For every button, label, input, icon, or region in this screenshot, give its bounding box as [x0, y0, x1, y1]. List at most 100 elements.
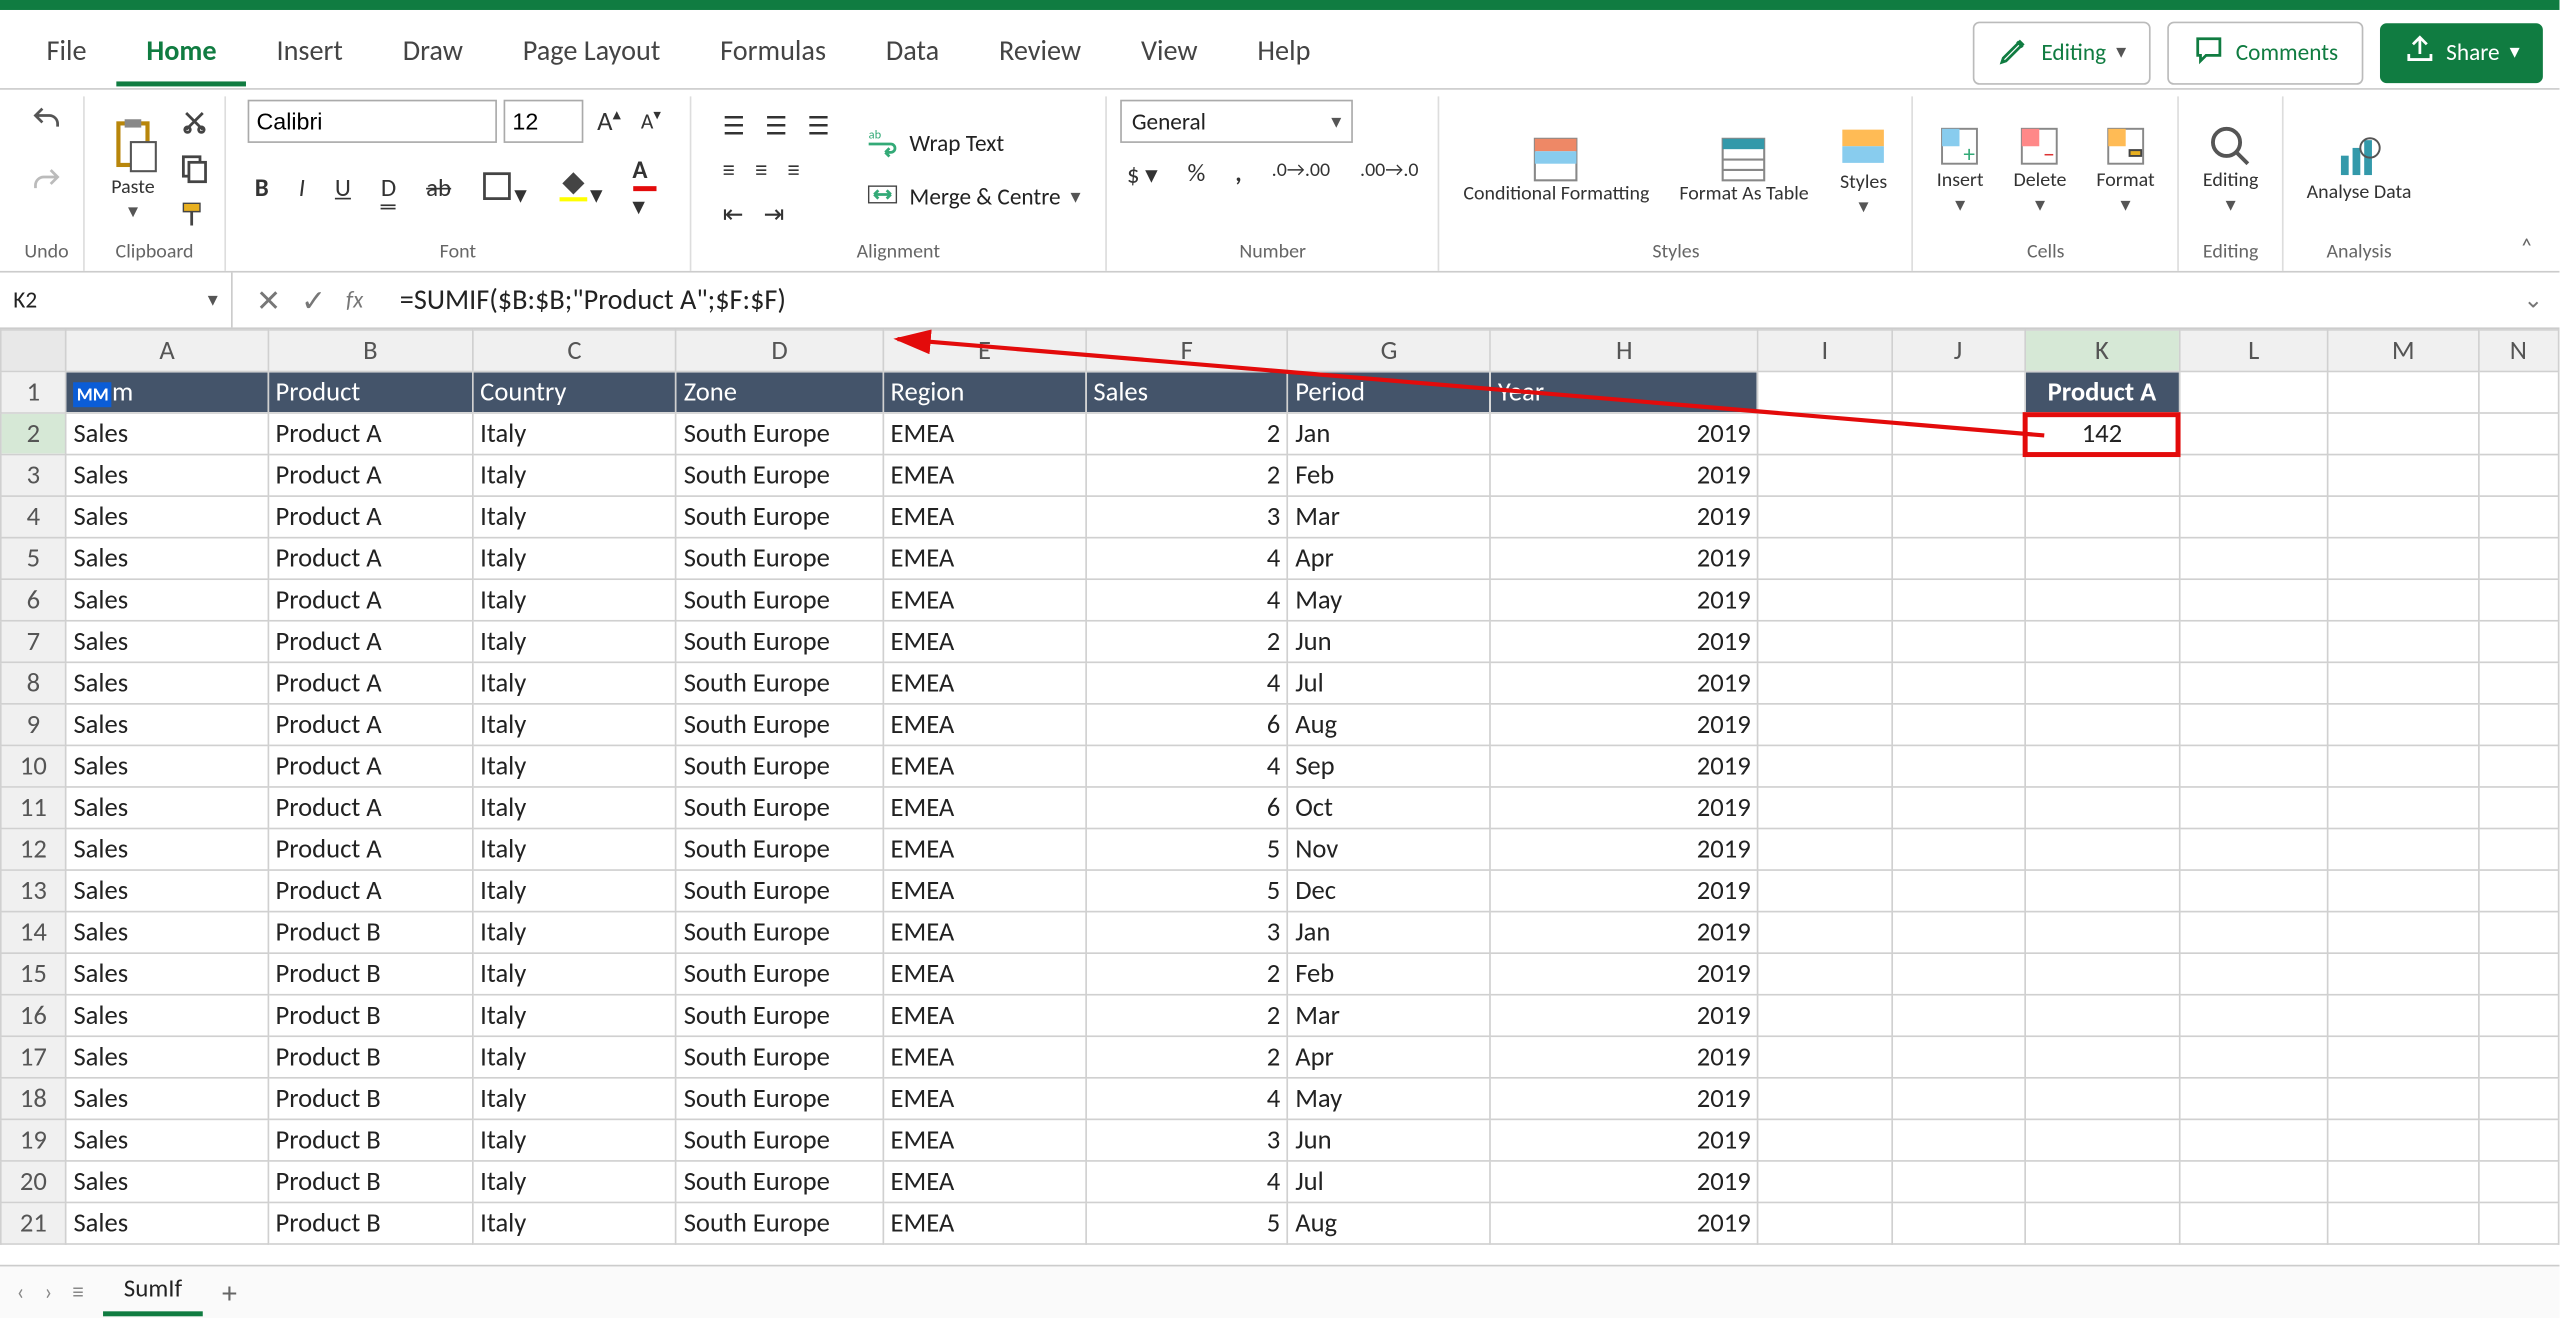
cell-B16[interactable]: Product B — [268, 995, 473, 1037]
cell-F19[interactable]: 3 — [1086, 1119, 1288, 1161]
cell-C12[interactable]: Italy — [473, 829, 677, 871]
collapse-ribbon-button[interactable]: ˄ — [2504, 223, 2550, 271]
menu-tab-view[interactable]: View — [1111, 19, 1227, 85]
cell-J6[interactable] — [1891, 579, 2024, 621]
all-sheets-button[interactable]: ≡ — [72, 1278, 84, 1306]
cell-J4[interactable] — [1891, 496, 2024, 538]
column-header-M[interactable]: M — [2328, 330, 2478, 372]
cell-E2[interactable]: EMEA — [883, 413, 1086, 455]
cell-B5[interactable]: Product A — [268, 538, 473, 580]
row-header-16[interactable]: 16 — [1, 995, 66, 1037]
cell-H15[interactable]: 2019 — [1490, 953, 1758, 995]
row-header-5[interactable]: 5 — [1, 538, 66, 580]
cell-I1[interactable] — [1758, 371, 1891, 413]
underline-button[interactable]: U — [328, 171, 357, 208]
cell-K19[interactable] — [2025, 1119, 2179, 1161]
cell-D20[interactable]: South Europe — [676, 1161, 883, 1203]
cell-C19[interactable]: Italy — [473, 1119, 677, 1161]
cell-C18[interactable]: Italy — [473, 1078, 677, 1120]
cell-L18[interactable] — [2179, 1078, 2328, 1120]
cell-G11[interactable]: Oct — [1288, 787, 1491, 829]
conditional-formatting-button[interactable]: Conditional Formatting — [1453, 131, 1659, 209]
cell-F5[interactable]: 4 — [1086, 538, 1288, 580]
cell-K1[interactable]: Product A — [2025, 371, 2179, 413]
cell-L21[interactable] — [2179, 1202, 2328, 1244]
cell-D12[interactable]: South Europe — [676, 829, 883, 871]
cell-M11[interactable] — [2328, 787, 2478, 829]
cell-C1[interactable]: Country — [473, 371, 677, 413]
cell-N18[interactable] — [2478, 1078, 2559, 1120]
cell-G13[interactable]: Dec — [1288, 870, 1491, 912]
cell-B17[interactable]: Product B — [268, 1036, 473, 1078]
cell-A5[interactable]: Sales — [66, 538, 268, 580]
decrease-indent-button[interactable]: ⇤ — [716, 195, 750, 233]
cell-K20[interactable] — [2025, 1161, 2179, 1203]
cell-H3[interactable]: 2019 — [1490, 455, 1758, 497]
cell-I17[interactable] — [1758, 1036, 1891, 1078]
cell-L19[interactable] — [2179, 1119, 2328, 1161]
cell-J14[interactable] — [1891, 912, 2024, 954]
cell-M3[interactable] — [2328, 455, 2478, 497]
cell-L11[interactable] — [2179, 787, 2328, 829]
cell-N3[interactable] — [2478, 455, 2559, 497]
column-header-I[interactable]: I — [1758, 330, 1891, 372]
cell-M16[interactable] — [2328, 995, 2478, 1037]
cell-A18[interactable]: Sales — [66, 1078, 268, 1120]
cell-D7[interactable]: South Europe — [676, 621, 883, 663]
row-header-19[interactable]: 19 — [1, 1119, 66, 1161]
delete-cells-button[interactable]: − Delete▾ — [2004, 120, 2077, 221]
cell-J1[interactable] — [1891, 371, 2024, 413]
cell-B18[interactable]: Product B — [268, 1078, 473, 1120]
column-header-E[interactable]: E — [883, 330, 1086, 372]
cell-A3[interactable]: Sales — [66, 455, 268, 497]
cell-L15[interactable] — [2179, 953, 2328, 995]
cell-D16[interactable]: South Europe — [676, 995, 883, 1037]
cell-A13[interactable]: Sales — [66, 870, 268, 912]
cell-H1[interactable]: Year — [1490, 371, 1758, 413]
editing-mode-button[interactable]: Editing ▾ — [1973, 21, 2151, 84]
cell-M9[interactable] — [2328, 704, 2478, 746]
cell-K2[interactable]: 142 — [2025, 413, 2179, 455]
row-header-2[interactable]: 2 — [1, 413, 66, 455]
row-header-3[interactable]: 3 — [1, 455, 66, 497]
cell-I4[interactable] — [1758, 496, 1891, 538]
cell-D13[interactable]: South Europe — [676, 870, 883, 912]
cell-N1[interactable] — [2478, 371, 2559, 413]
grow-font-button[interactable]: A▴ — [591, 100, 628, 142]
border-button[interactable]: ▾ — [474, 165, 533, 213]
cell-K11[interactable] — [2025, 787, 2179, 829]
cell-F16[interactable]: 2 — [1086, 995, 1288, 1037]
menu-tab-review[interactable]: Review — [969, 19, 1111, 85]
comments-button[interactable]: Comments — [2168, 21, 2363, 84]
cell-I2[interactable] — [1758, 413, 1891, 455]
sheet-nav-next[interactable]: › — [44, 1278, 52, 1306]
cell-D5[interactable]: South Europe — [676, 538, 883, 580]
cut-button[interactable] — [178, 104, 211, 144]
align-bottom-button[interactable]: ☰ — [801, 107, 837, 145]
cell-K7[interactable] — [2025, 621, 2179, 663]
share-button[interactable]: Share ▾ — [2380, 22, 2543, 82]
sheet-nav-prev[interactable]: ‹ — [17, 1278, 25, 1306]
font-color-button[interactable]: A▾ — [626, 153, 663, 226]
cell-A8[interactable]: Sales — [66, 662, 268, 704]
cell-G5[interactable]: Apr — [1288, 538, 1491, 580]
cell-K6[interactable] — [2025, 579, 2179, 621]
fill-color-button[interactable]: ▾ — [550, 165, 609, 213]
cell-F13[interactable]: 5 — [1086, 870, 1288, 912]
cell-C11[interactable]: Italy — [473, 787, 677, 829]
cell-F20[interactable]: 4 — [1086, 1161, 1288, 1203]
cell-C21[interactable]: Italy — [473, 1202, 677, 1244]
cell-C5[interactable]: Italy — [473, 538, 677, 580]
cell-L17[interactable] — [2179, 1036, 2328, 1078]
cell-K13[interactable] — [2025, 870, 2179, 912]
cell-A9[interactable]: Sales — [66, 704, 268, 746]
cell-C17[interactable]: Italy — [473, 1036, 677, 1078]
cell-N21[interactable] — [2478, 1202, 2559, 1244]
row-header-8[interactable]: 8 — [1, 662, 66, 704]
cell-M18[interactable] — [2328, 1078, 2478, 1120]
cell-F11[interactable]: 6 — [1086, 787, 1288, 829]
cell-I5[interactable] — [1758, 538, 1891, 580]
cell-G21[interactable]: Aug — [1288, 1202, 1491, 1244]
cell-E12[interactable]: EMEA — [883, 829, 1086, 871]
cell-J9[interactable] — [1891, 704, 2024, 746]
